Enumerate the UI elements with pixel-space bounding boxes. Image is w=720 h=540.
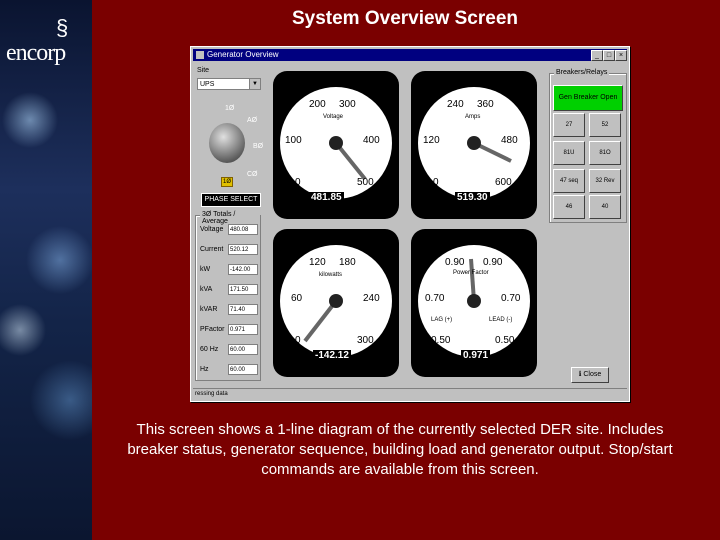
phase-selector[interactable]: 1Ø AØ BØ CØ	[197, 105, 277, 191]
phase-label-c: CØ	[247, 171, 258, 178]
decorative-left-strip	[0, 0, 92, 540]
maximize-button[interactable]: □	[603, 50, 615, 61]
encorp-logo: encorp	[6, 40, 66, 66]
pf-tick-090-lead: 0.90	[483, 257, 503, 268]
hz-field: 60.00	[228, 364, 258, 375]
rotary-knob-icon[interactable]	[209, 123, 245, 163]
relay-81u-button[interactable]: 81U	[553, 141, 585, 165]
slide-title: System Overview Screen	[291, 8, 519, 29]
current-label: Current	[200, 246, 224, 253]
relay-81o-button[interactable]: 81O	[589, 141, 621, 165]
relay-32-button[interactable]: 32 Rev	[589, 169, 621, 193]
kw-tick-300: 300	[357, 335, 374, 346]
phase-select-button[interactable]: PHASE SELECT	[201, 193, 261, 207]
amps-tick-120: 120	[423, 135, 440, 146]
kw-tick-120: 120	[309, 257, 326, 268]
kw-label: kW	[200, 266, 211, 273]
pf-lead-label: LEAD (-)	[489, 317, 512, 323]
current-field: 520.12	[228, 244, 258, 255]
kw-field: -142.00	[228, 264, 258, 275]
power-factor-readout: 0.971	[461, 350, 491, 361]
relay-40-button[interactable]: 40	[589, 195, 621, 219]
amps-readout: 519.30	[455, 192, 490, 203]
voltage-gauge: 200 300 100 400 0 500 Voltage 481.85	[273, 71, 399, 219]
totals-title: 3Ø Totals / Average	[200, 211, 260, 225]
status-bar: ressing data	[193, 388, 627, 399]
amps-tick-480: 480	[501, 135, 518, 146]
site-label: Site	[197, 67, 210, 74]
voltage-tick-500: 500	[357, 177, 374, 188]
amps-gauge: 240 360 120 480 0 600 Amps 519.30	[411, 71, 537, 219]
kw-tick-0: 0	[295, 335, 301, 346]
amps-tick-240: 240	[447, 99, 464, 110]
pf-tick-050-lead: 0.50	[495, 335, 515, 346]
kw-tick-180: 180	[339, 257, 356, 268]
relay-52-button[interactable]: 52	[589, 113, 621, 137]
voltage-tick-300: 300	[339, 99, 356, 110]
window-titlebar: Generator Overview _ □ ×	[193, 49, 627, 61]
gen-breaker-open-button[interactable]: Gen Breaker Open	[553, 85, 623, 111]
close-window-button[interactable]: ×	[615, 50, 627, 61]
kilowatts-gauge: 120 180 60 240 0 300 kilowatts -142.12	[273, 229, 399, 377]
window-title: Generator Overview	[207, 50, 279, 59]
breakers-title: Breakers/Relays	[554, 69, 610, 76]
kw-tick-60: 60	[291, 293, 303, 304]
pf-tick-050-lag: 0.50	[431, 335, 451, 346]
hz60-label: 60 Hz	[200, 346, 219, 353]
pf-unit: Power Factor	[453, 270, 489, 276]
generator-overview-window: Generator Overview _ □ × Site UPS ▼ 1Ø A…	[190, 46, 630, 402]
close-button-label: Close	[583, 371, 602, 378]
kilowatts-readout: -142.12	[313, 350, 351, 361]
app-icon	[196, 51, 204, 59]
voltage-tick-200: 200	[309, 99, 326, 110]
hz60-field: 60.00	[228, 344, 258, 355]
kw-tick-240: 240	[363, 293, 380, 304]
phase-label-a: AØ	[247, 117, 258, 124]
hz-label: Hz	[200, 366, 209, 373]
relay-46-button[interactable]: 46	[553, 195, 585, 219]
pfactor-field: 0.971	[228, 324, 258, 335]
pfactor-label: PFactor	[200, 326, 225, 333]
kvar-field: 71.40	[228, 304, 258, 315]
pf-tick-070-lead: 0.70	[501, 293, 521, 304]
amps-tick-0: 0	[433, 177, 439, 188]
power-factor-gauge: 0.90 0.90 0.70 0.70 0.50 0.50 Power Fact…	[411, 229, 537, 377]
encorp-logo-icon: §	[56, 15, 69, 40]
voltage-tick-100: 100	[285, 135, 302, 146]
phase-label-1: 1Ø	[225, 105, 235, 112]
amps-tick-600: 600	[495, 177, 512, 188]
voltage-tick-400: 400	[363, 135, 380, 146]
relay-27-button[interactable]: 27	[553, 113, 585, 137]
pf-tick-070-lag: 0.70	[425, 293, 445, 304]
phase-lamp: 1Ø	[221, 177, 233, 187]
phase-label-b: BØ	[253, 143, 264, 150]
site-select[interactable]: UPS ▼	[197, 78, 261, 90]
chevron-down-icon[interactable]: ▼	[249, 79, 260, 89]
voltage-label: Voltage	[200, 226, 224, 233]
kva-field: 171.50	[228, 284, 258, 295]
slide-caption: This screen shows a 1-line diagram of th…	[127, 421, 673, 478]
site-value: UPS	[200, 81, 215, 88]
pf-lag-label: LAG (+)	[431, 317, 452, 323]
kw-unit: kilowatts	[319, 272, 342, 278]
pf-tick-090-lag: 0.90	[445, 257, 465, 268]
kvar-label: kVAR	[200, 306, 218, 313]
amps-unit: Amps	[465, 114, 480, 120]
kva-label: kVA	[200, 286, 213, 293]
voltage-field: 480.08	[228, 224, 258, 235]
amps-tick-360: 360	[477, 99, 494, 110]
minimize-button[interactable]: _	[591, 50, 603, 61]
close-button[interactable]: ℹ Close	[571, 367, 609, 383]
voltage-unit: Voltage	[323, 114, 344, 120]
voltage-tick-0: 0	[295, 177, 301, 188]
totals-group: 3Ø Totals / Average Voltage 480.08 Curre…	[195, 211, 261, 381]
voltage-readout: 481.85	[309, 192, 344, 203]
relay-47-button[interactable]: 47 seq	[553, 169, 585, 193]
